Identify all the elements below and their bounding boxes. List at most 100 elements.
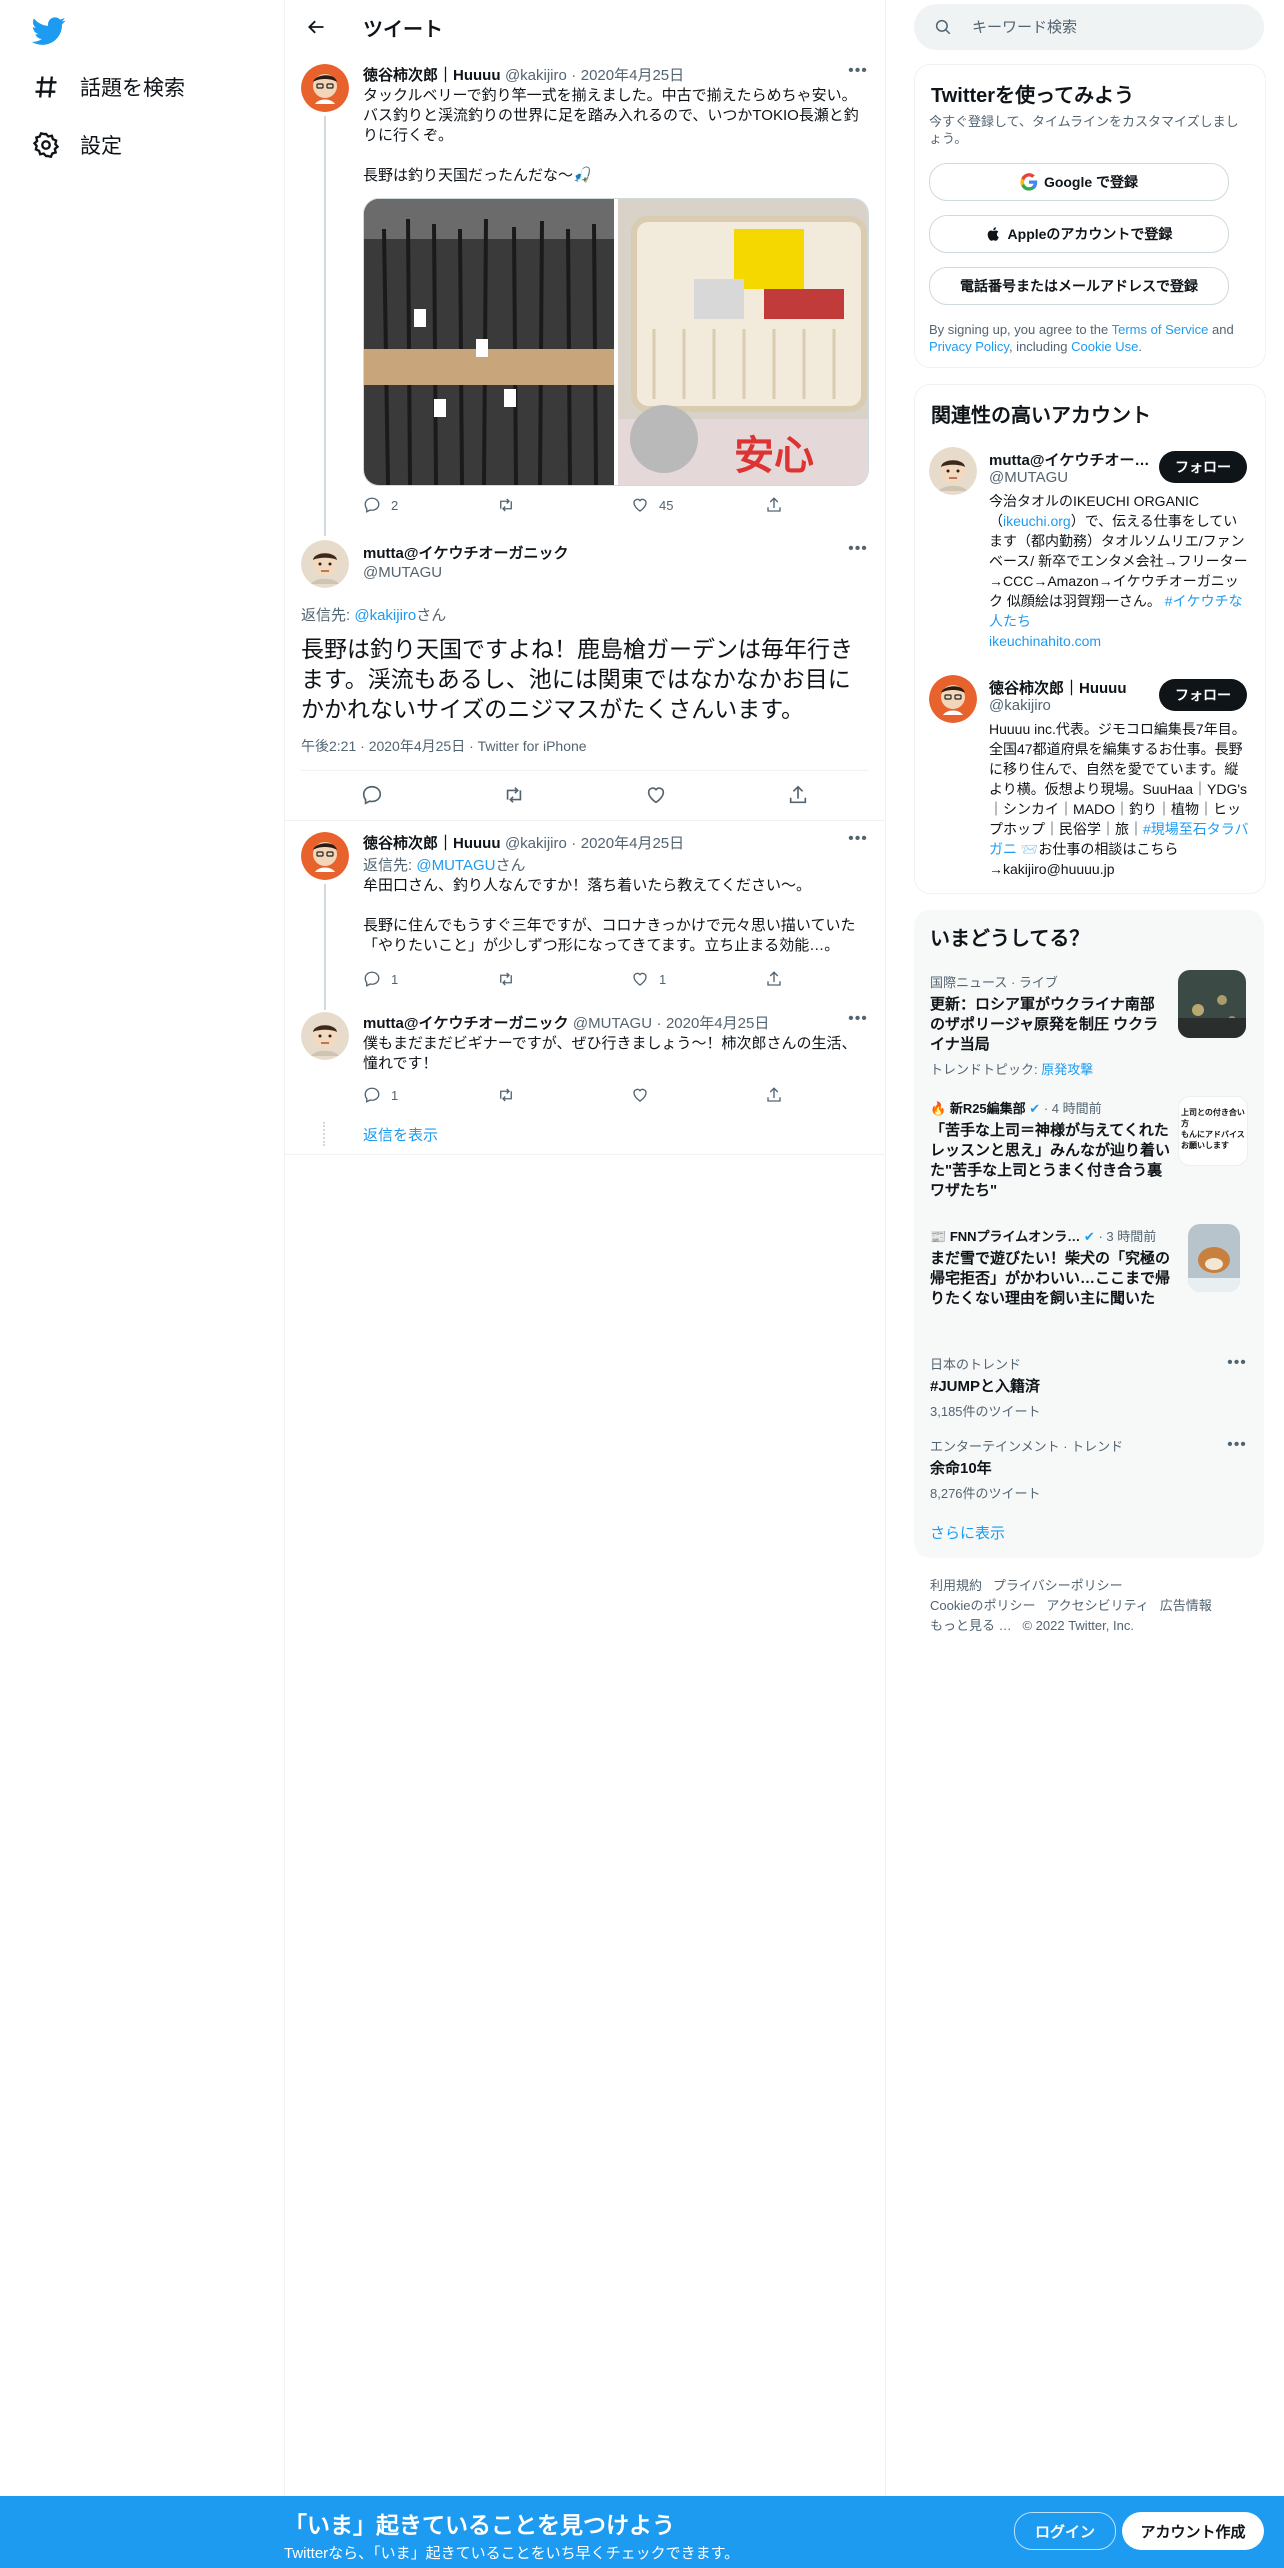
focus-timestamp[interactable]: 午後2:21 · 2020年4月25日 · Twitter for iPhone xyxy=(301,736,587,756)
trend-topic-link[interactable]: 原発攻撃 xyxy=(1041,1062,1093,1077)
relevant-2-handle[interactable]: @kakijiro xyxy=(989,697,1051,714)
google-signup-button[interactable]: Google で登録 xyxy=(929,163,1229,201)
arrow-left-icon xyxy=(308,20,324,34)
trend-count: 3,185件のツイート xyxy=(930,1404,1041,1419)
show-more-link[interactable]: さらに表示 xyxy=(930,1522,1005,1543)
login-button[interactable]: ログイン xyxy=(1014,2512,1116,2550)
tweet-3-share-button[interactable] xyxy=(765,970,899,988)
tweet-1-text: タックルベリーで釣り竿一式を揃えました。中古で揃えたらめちゃ安い。バス釣りと渓流… xyxy=(363,87,859,184)
footer-link[interactable]: アクセシビリティ xyxy=(1046,1598,1149,1613)
create-account-button[interactable]: アカウント作成 xyxy=(1122,2512,1264,2550)
terms-link[interactable]: Terms of Service xyxy=(1112,322,1209,337)
tweet-1-media[interactable]: 安心 xyxy=(363,198,869,486)
search-bar[interactable] xyxy=(914,4,1264,50)
tweet-4-date[interactable]: 2020年4月25日 xyxy=(666,1015,769,1032)
tweet-3-retweet-button[interactable] xyxy=(497,970,631,988)
tweet-3-date[interactable]: 2020年4月25日 xyxy=(581,835,684,852)
twitter-bird-icon[interactable] xyxy=(32,14,66,48)
footer-link[interactable]: Cookieのポリシー xyxy=(930,1598,1035,1613)
trend-thumbnail xyxy=(1188,1224,1240,1292)
trend-more-icon[interactable]: ••• xyxy=(1226,1355,1248,1378)
tweet-3-author[interactable]: 徳谷柿次郎｜Huuuu xyxy=(363,835,500,852)
trend-more-icon[interactable]: ••• xyxy=(1226,1437,1248,1460)
nav-settings-label: 設定 xyxy=(80,135,122,158)
search-input[interactable] xyxy=(970,17,1254,37)
focus-handle[interactable]: @MUTAGU xyxy=(363,564,442,581)
bottom-signup-bar: 「いま」起きていることを見つけよう Twitterなら、「いま」起きていることを… xyxy=(0,2496,1284,2568)
tweet-1-author[interactable]: 徳谷柿次郎｜Huuuu xyxy=(363,67,500,84)
apple-signup-label: Appleのアカウントで登録 xyxy=(1007,226,1173,242)
privacy-link[interactable]: Privacy Policy xyxy=(929,339,1009,354)
tweet-4-like-button[interactable] xyxy=(631,1086,765,1104)
hashtag-icon xyxy=(35,76,57,98)
tweet-4-text: 僕もまだまだビギナーですが、ぜひ行きましょう〜！柿次郎さんの生活、憧れです！ xyxy=(363,1035,857,1072)
tweet-1-handle[interactable]: @kakijiro xyxy=(505,67,567,84)
tweet-3-like-button[interactable]: 1 xyxy=(631,970,765,988)
avatar-mutagu[interactable] xyxy=(301,540,349,588)
tweet-1-header: 徳谷柿次郎｜Huuuu @kakijiro · 2020年4月25日 xyxy=(363,67,685,84)
tweet-4-retweet-button[interactable] xyxy=(497,1086,631,1104)
tweet-1-like-count: 45 xyxy=(659,497,674,513)
focus-text: 長野は釣り天国ですよね！鹿島槍ガーデンは毎年行きます。渓流もあるし、池には関東で… xyxy=(301,636,853,722)
share-icon xyxy=(767,497,781,512)
tweet-3-handle[interactable]: @kakijiro xyxy=(505,835,567,852)
trend-category: エンターテインメント · トレンド xyxy=(930,1439,1124,1454)
apple-signup-button[interactable]: Appleのアカウントで登録 xyxy=(929,215,1229,253)
bio-link[interactable]: ikeuchi.org xyxy=(1003,513,1071,529)
tweet-1-reply-button[interactable]: 2 xyxy=(363,496,497,514)
tweet-1-share-button[interactable] xyxy=(765,496,899,514)
svg-text:安心: 安心 xyxy=(734,433,814,479)
back-button[interactable] xyxy=(299,10,333,44)
tweet-4-share-button[interactable] xyxy=(765,1086,899,1104)
tweet-4-handle[interactable]: @MUTAGU xyxy=(573,1015,652,1032)
avatar-kakijiro[interactable] xyxy=(301,64,349,112)
nav-settings[interactable]: 設定 xyxy=(32,130,122,160)
tweet-4-more-icon[interactable]: ••• xyxy=(847,1011,869,1034)
avatar-mutagu[interactable] xyxy=(929,447,977,495)
focus-more-icon[interactable]: ••• xyxy=(847,541,869,564)
trend-item[interactable]: 🔥 新R25編集部 ✔ · 4 時間前 「苦手な上司＝神様が与えてくれたレッスン… xyxy=(930,1098,1170,1201)
tweet-1-like-button[interactable]: 45 xyxy=(631,496,765,514)
avatar-kakijiro[interactable] xyxy=(929,675,977,723)
follow-button[interactable]: フォロー xyxy=(1159,679,1247,711)
focus-reply-button[interactable] xyxy=(361,784,383,806)
focus-like-button[interactable] xyxy=(645,784,667,806)
focus-share-button[interactable] xyxy=(787,784,809,806)
nav-explore[interactable]: 話題を検索 xyxy=(32,72,185,102)
bio-link[interactable]: ikeuchinahito.com xyxy=(989,633,1101,649)
relevant-1-name[interactable]: mutta@イケウチオー… xyxy=(989,449,1149,470)
trends-card: いまどうしてる？ 国際ニュース · ライブ 更新：ロシア軍がウクライナ南部のザポ… xyxy=(914,910,1264,1558)
trend-item[interactable]: エンターテインメント · トレンド 余命10年 8,276件のツイート xyxy=(930,1436,1248,1502)
trend-item[interactable]: 📰 FNNプライムオンラ… ✔ · 3 時間前 まだ雪で遊びたい！柴犬の「究極の… xyxy=(930,1226,1170,1309)
focus-retweet-button[interactable] xyxy=(503,784,525,806)
trend-item[interactable]: 日本のトレンド #JUMPと入籍済 3,185件のツイート xyxy=(930,1354,1248,1420)
phone-email-signup-button[interactable]: 電話番号またはメールアドレスで登録 xyxy=(929,267,1229,305)
tweet-1-more-icon[interactable]: ••• xyxy=(847,63,869,86)
divider xyxy=(285,820,885,821)
reply-icon xyxy=(364,971,380,987)
focus-reply-to-handle[interactable]: @kakijiro xyxy=(354,607,416,624)
tweet-4-header: mutta@イケウチオーガニック @MUTAGU · 2020年4月25日 xyxy=(363,1015,770,1032)
tweet-3-more-icon[interactable]: ••• xyxy=(847,831,869,854)
focus-author[interactable]: mutta@イケウチオーガニック xyxy=(363,542,568,563)
footer-more-link[interactable]: もっと見る … xyxy=(930,1618,1012,1633)
tweet-1-reply-count: 2 xyxy=(391,497,399,513)
tweet-4-reply-button[interactable]: 1 xyxy=(363,1086,497,1104)
footer-link[interactable]: プライバシーポリシー xyxy=(993,1578,1123,1593)
tweet-4-author[interactable]: mutta@イケウチオーガニック xyxy=(363,1015,568,1032)
footer-link[interactable]: 利用規約 xyxy=(930,1578,982,1593)
relevant-2-name[interactable]: 徳谷柿次郎｜Huuuu xyxy=(989,677,1149,698)
trend-title: 余命10年 xyxy=(930,1460,992,1477)
tweet-3-reply-button[interactable]: 1 xyxy=(363,970,497,988)
follow-button[interactable]: フォロー xyxy=(1159,451,1247,483)
cookie-link[interactable]: Cookie Use xyxy=(1071,339,1138,354)
show-replies-link[interactable]: 返信を表示 xyxy=(363,1124,438,1145)
tweet-3-reply-to-handle[interactable]: @MUTAGU xyxy=(416,857,495,874)
footer-link[interactable]: 広告情報 xyxy=(1160,1598,1212,1613)
tweet-1-date[interactable]: 2020年4月25日 xyxy=(581,67,684,84)
tweet-1-retweet-button[interactable] xyxy=(497,496,631,514)
avatar-kakijiro[interactable] xyxy=(301,832,349,880)
trend-count: 8,276件のツイート xyxy=(930,1486,1041,1501)
avatar-mutagu[interactable] xyxy=(301,1012,349,1060)
relevant-1-handle[interactable]: @MUTAGU xyxy=(989,469,1068,486)
